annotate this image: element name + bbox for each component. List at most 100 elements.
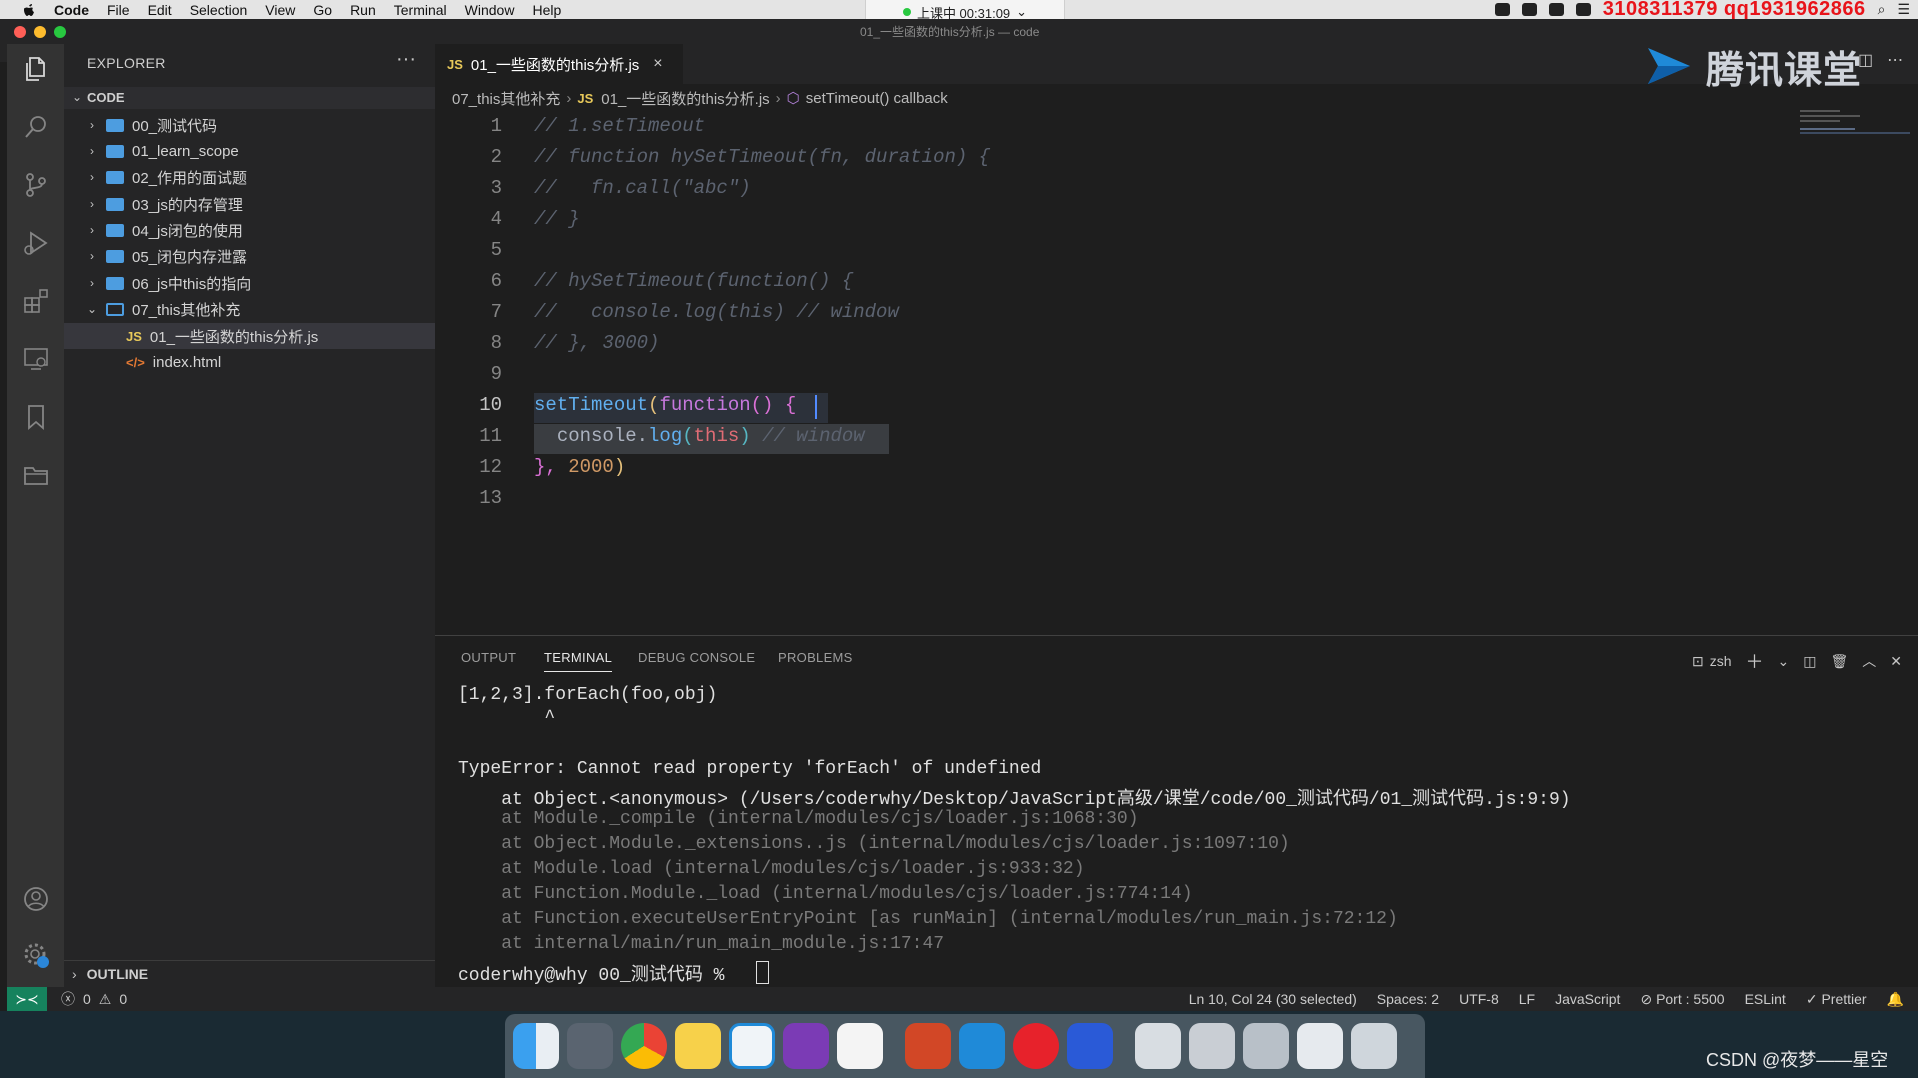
- tab-debug-console[interactable]: DEBUG CONSOLE: [638, 650, 755, 665]
- terminal-line: at Function.executeUserEntryPoint [as ru…: [458, 909, 1398, 929]
- phone-icon[interactable]: [1297, 1023, 1343, 1069]
- trash-icon[interactable]: 🗑: [1831, 653, 1849, 670]
- control-center-icon[interactable]: ☰: [1897, 1, 1910, 18]
- finder-icon[interactable]: [513, 1023, 559, 1069]
- notes-icon[interactable]: [675, 1023, 721, 1069]
- folder-04[interactable]: › 04_js闭包的使用: [64, 217, 435, 243]
- notifications-bell-icon[interactable]: 🔔: [1887, 991, 1904, 1008]
- split-terminal-icon[interactable]: ◫: [1803, 653, 1816, 670]
- cursor-position[interactable]: Ln 10, Col 24 (30 selected): [1189, 991, 1357, 1007]
- folder-06[interactable]: › 06_js中this的指向: [64, 270, 435, 296]
- workspace-section-header[interactable]: ⌄ CODE: [64, 87, 435, 109]
- search-icon[interactable]: [21, 112, 51, 142]
- app-icon[interactable]: [1067, 1023, 1113, 1069]
- eslint-status[interactable]: ESLint: [1745, 991, 1786, 1007]
- keyboard-icon[interactable]: [1189, 1023, 1235, 1069]
- extensions-icon[interactable]: [21, 286, 51, 316]
- bookmarks-icon[interactable]: [21, 402, 51, 432]
- menu-terminal[interactable]: Terminal: [394, 2, 447, 18]
- folder-01[interactable]: › 01_learn_scope: [64, 138, 435, 164]
- powerpoint-icon[interactable]: [905, 1023, 951, 1069]
- editor-tab-active[interactable]: JS 01_一些函数的this分析.js ×: [435, 44, 683, 84]
- more-actions-icon[interactable]: ···: [396, 48, 416, 71]
- launchpad-icon[interactable]: [567, 1023, 613, 1069]
- chrome-icon[interactable]: [621, 1023, 667, 1069]
- typora-icon[interactable]: [837, 1023, 883, 1069]
- tencent-class-icon[interactable]: [959, 1023, 1005, 1069]
- menu-go[interactable]: Go: [313, 2, 332, 18]
- onenote-icon[interactable]: [783, 1023, 829, 1069]
- tencent-class-logo-icon: [1648, 48, 1690, 84]
- check-double-icon: ✓: [1805, 990, 1818, 1007]
- folder-07-open[interactable]: ⌄ 07_this其他补充: [64, 296, 435, 322]
- preview-icon[interactable]: [1135, 1023, 1181, 1069]
- explorer-icon[interactable]: [21, 54, 51, 84]
- folder-icon: [106, 223, 124, 237]
- remote-explorer-icon[interactable]: [21, 344, 51, 374]
- terminal-line: at Object.Module._extensions..js (intern…: [458, 834, 1290, 854]
- token-paren: ): [613, 456, 626, 478]
- end-of-line[interactable]: LF: [1519, 991, 1535, 1007]
- record-icon[interactable]: [1548, 3, 1564, 16]
- workspace-name: CODE: [87, 90, 125, 105]
- minimize-window-icon[interactable]: [34, 26, 46, 38]
- vscode-icon[interactable]: [729, 1023, 775, 1069]
- source-control-icon[interactable]: [21, 170, 51, 200]
- file-index-html[interactable]: </> index.html: [64, 349, 435, 375]
- terminal-selector[interactable]: ⊡ zsh: [1692, 653, 1732, 670]
- screen-icon[interactable]: [1243, 1023, 1289, 1069]
- trash-icon[interactable]: [1351, 1023, 1397, 1069]
- breadcrumb-symbol[interactable]: setTimeout() callback: [806, 90, 948, 107]
- project-manager-icon[interactable]: [21, 460, 51, 490]
- encoding[interactable]: UTF-8: [1459, 991, 1499, 1007]
- menu-help[interactable]: Help: [532, 2, 561, 18]
- line-number: 4: [490, 208, 502, 230]
- outline-section-header[interactable]: › OUTLINE: [64, 960, 435, 987]
- accounts-icon[interactable]: [21, 884, 51, 914]
- apple-menu-icon[interactable]: [22, 3, 36, 17]
- maximize-panel-icon[interactable]: ︿: [1862, 651, 1876, 671]
- terminal-prompt[interactable]: coderwhy@why 00_测试代码 %: [458, 960, 735, 986]
- menu-window[interactable]: Window: [465, 2, 515, 18]
- camera-icon[interactable]: [1494, 3, 1510, 16]
- file-this-analysis-js[interactable]: JS 01_一些函数的this分析.js: [64, 323, 435, 349]
- grid-icon[interactable]: [1521, 3, 1537, 16]
- menu-edit[interactable]: Edit: [148, 2, 172, 18]
- manage-gear-icon[interactable]: [21, 940, 51, 970]
- language-mode[interactable]: JavaScript: [1555, 991, 1620, 1007]
- zoom-window-icon[interactable]: [54, 26, 66, 38]
- menu-view[interactable]: View: [265, 2, 295, 18]
- close-window-icon[interactable]: [14, 26, 26, 38]
- chevron-right-icon: ›: [90, 223, 94, 237]
- terminal-line: ^: [458, 708, 556, 728]
- menu-run[interactable]: Run: [350, 2, 376, 18]
- new-terminal-icon[interactable]: ＋: [1746, 648, 1764, 674]
- close-icon[interactable]: ×: [653, 55, 662, 73]
- breadcrumb-file[interactable]: 01_一些函数的this分析.js: [601, 88, 769, 109]
- folder-00[interactable]: › 00_测试代码: [64, 112, 435, 138]
- problems-status[interactable]: ⓧ 0 ⚠ 0: [61, 989, 127, 1009]
- menu-file[interactable]: File: [107, 2, 130, 18]
- more-actions-icon[interactable]: ⋯: [1887, 50, 1903, 70]
- run-debug-icon[interactable]: [21, 228, 51, 258]
- breadcrumb-folder[interactable]: 07_this其他补充: [452, 88, 560, 109]
- minimap[interactable]: [1800, 110, 1910, 140]
- prettier-status[interactable]: ✓ Prettier: [1806, 991, 1867, 1008]
- indentation[interactable]: Spaces: 2: [1377, 991, 1439, 1007]
- remote-indicator-icon[interactable]: ≻≺: [7, 987, 47, 1011]
- tab-output[interactable]: OUTPUT: [461, 650, 516, 665]
- spotlight-icon[interactable]: ⌕: [1878, 1, 1886, 18]
- folder-05[interactable]: › 05_闭包内存泄露: [64, 243, 435, 269]
- split-editor-icon[interactable]: ◫: [1858, 50, 1873, 70]
- input-icon[interactable]: [1575, 3, 1591, 16]
- menu-app-name[interactable]: Code: [54, 2, 89, 18]
- folder-03[interactable]: › 03_js的内存管理: [64, 191, 435, 217]
- chevron-down-icon[interactable]: ⌄: [1778, 653, 1790, 670]
- live-server-port[interactable]: ⊘ Port : 5500: [1640, 991, 1724, 1008]
- netease-music-icon[interactable]: [1013, 1023, 1059, 1069]
- tab-terminal[interactable]: TERMINAL: [544, 650, 613, 672]
- folder-02[interactable]: › 02_作用的面试题: [64, 164, 435, 190]
- menu-selection[interactable]: Selection: [190, 2, 248, 18]
- tab-problems[interactable]: PROBLEMS: [778, 650, 853, 665]
- close-panel-icon[interactable]: ✕: [1890, 653, 1902, 670]
